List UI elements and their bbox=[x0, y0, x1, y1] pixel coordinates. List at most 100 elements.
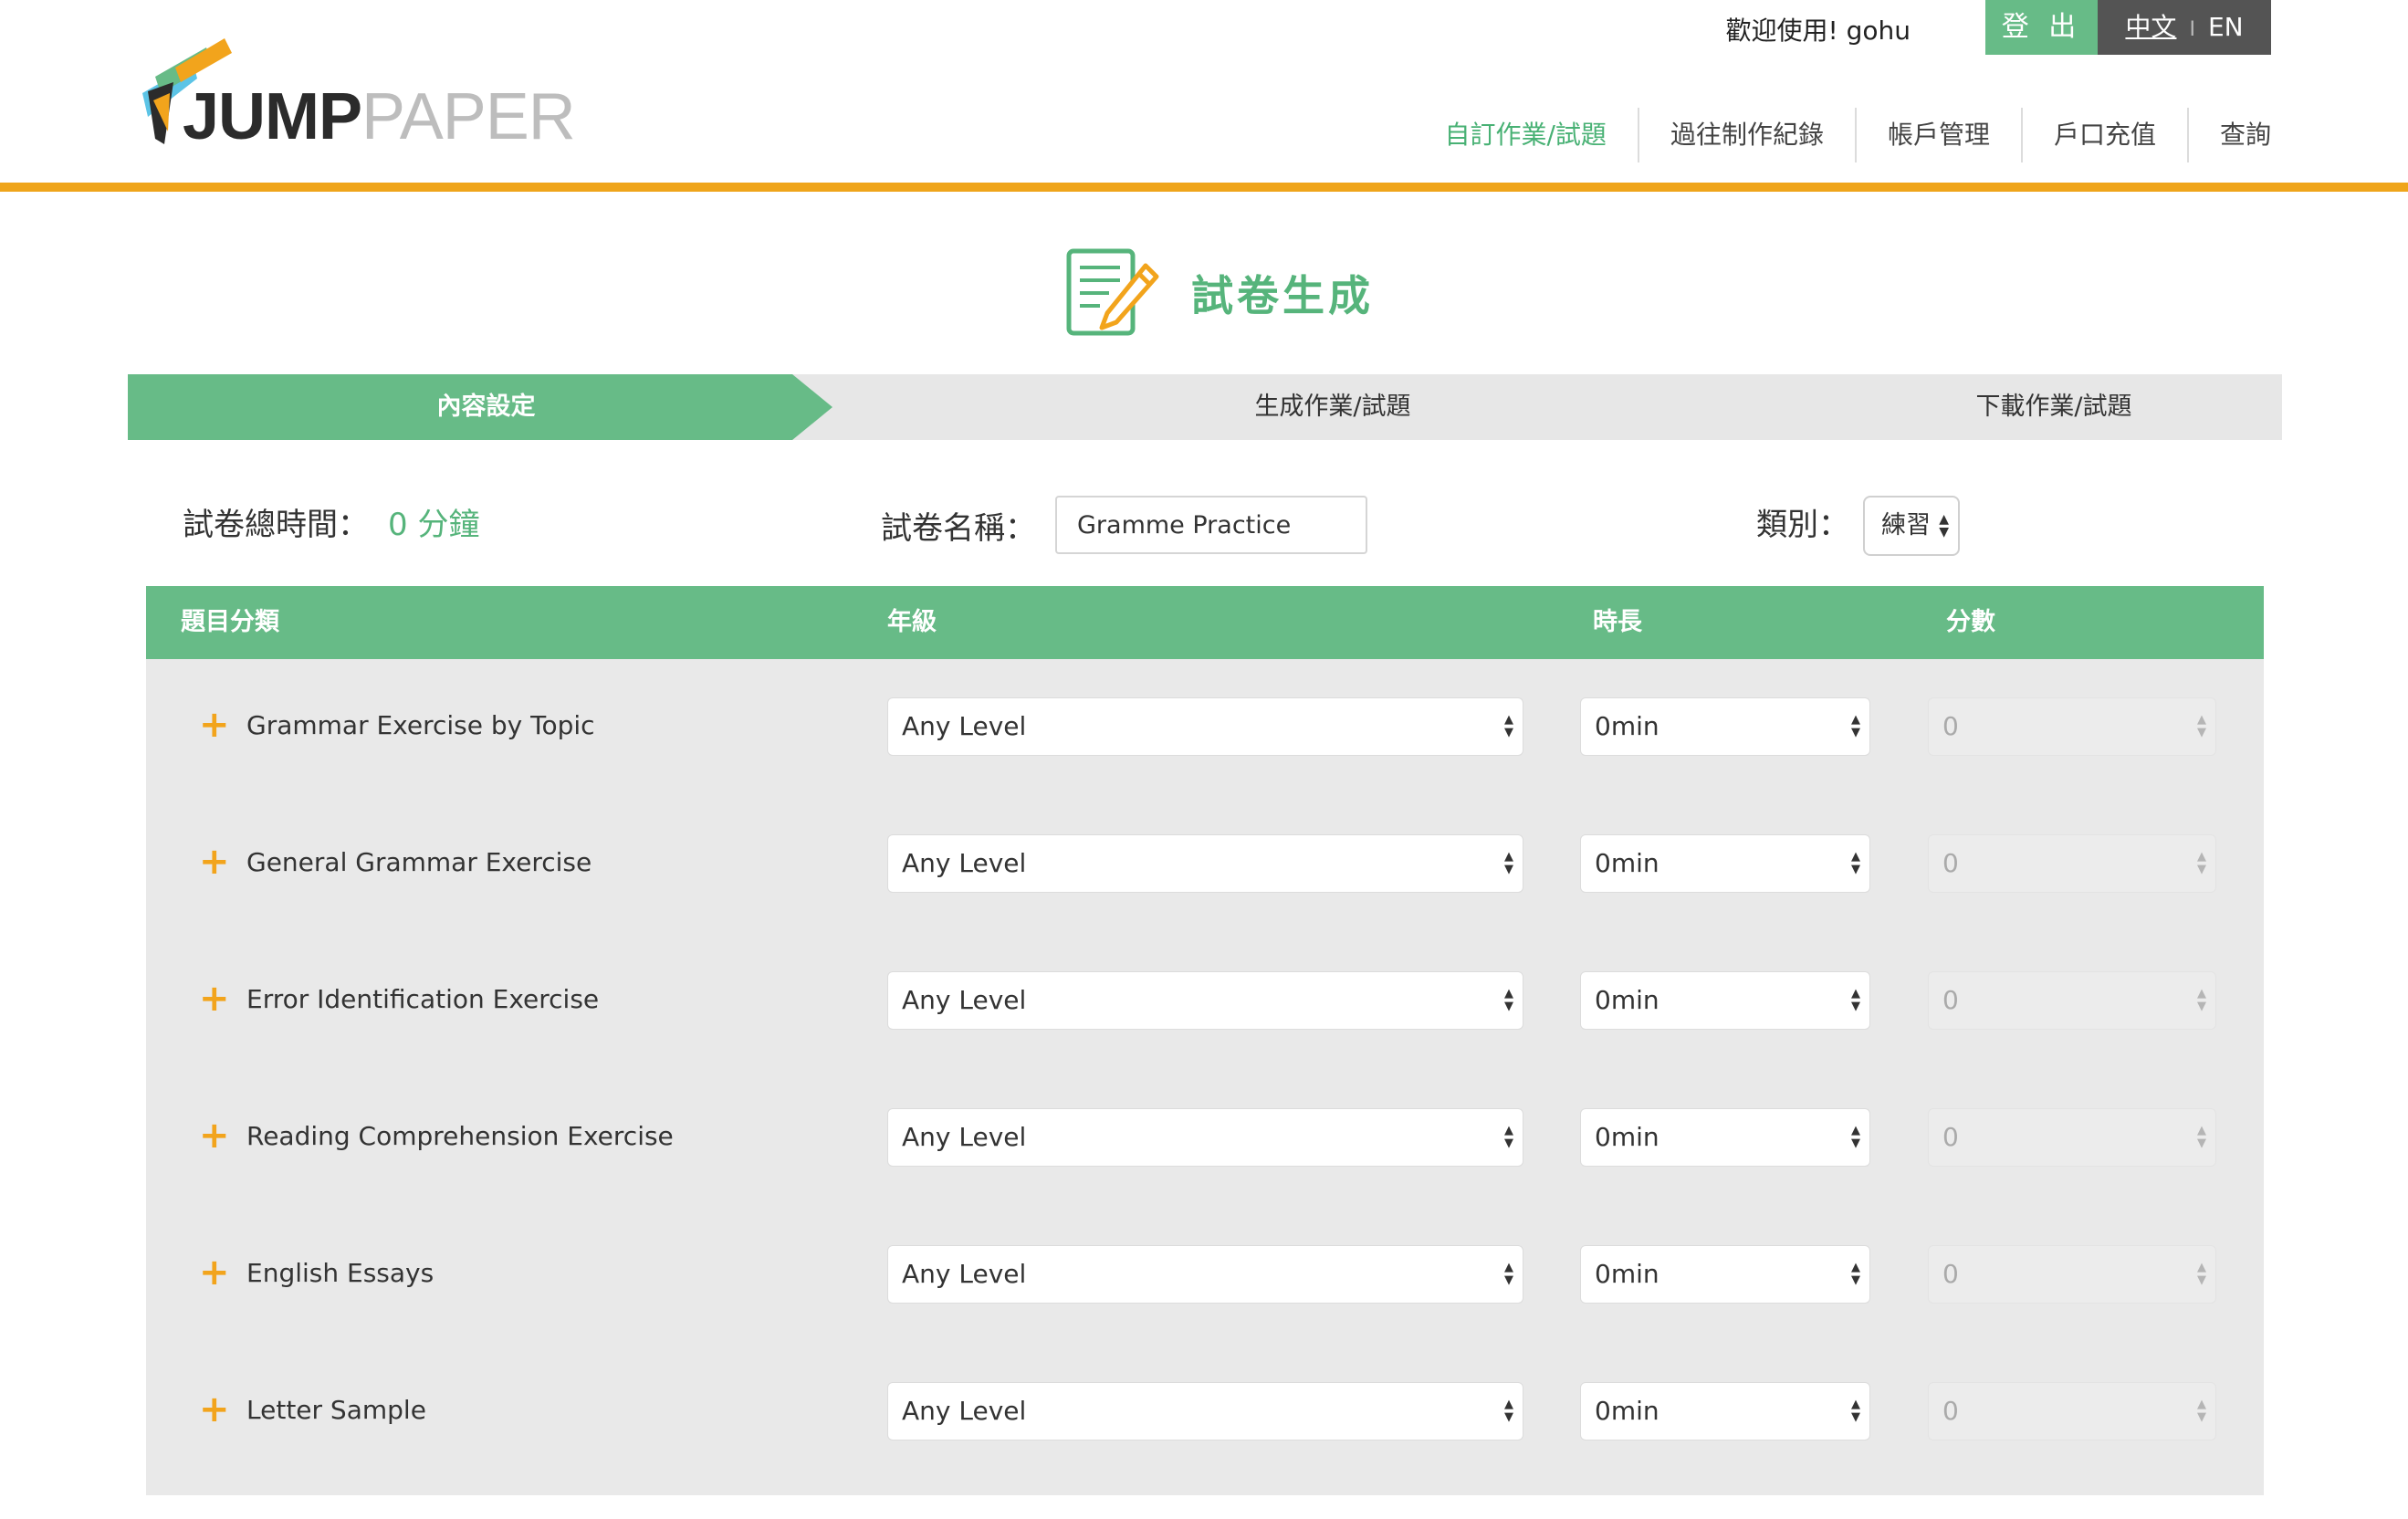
step-content-settings[interactable]: 內容設定 bbox=[128, 374, 844, 440]
total-time-value: 0 分鐘 bbox=[388, 507, 480, 543]
plus-icon: + bbox=[199, 1115, 230, 1157]
updown-arrow-icon: ▲ ▼ bbox=[1504, 1398, 1513, 1424]
main-nav: 自訂作業/試題 過往制作紀錄 帳戶管理 戶口充值 查詢 bbox=[1414, 108, 2271, 162]
nav-history[interactable]: 過往制作紀錄 bbox=[1637, 108, 1855, 162]
step-download[interactable]: 下載作業/試題 bbox=[1661, 374, 2408, 440]
category-expand-toggle[interactable]: + Grammar Exercise by Topic bbox=[199, 697, 595, 752]
score-select[interactable]: 0 ▲ ▼ bbox=[1928, 834, 2216, 893]
jumppaper-logo[interactable]: JUMPPAPER bbox=[137, 37, 576, 155]
category-expand-toggle[interactable]: + General Grammar Exercise bbox=[199, 834, 592, 889]
level-select[interactable]: Any Level ▲ ▼ bbox=[887, 1382, 1523, 1440]
page-title: 試卷生成 bbox=[1191, 270, 1374, 320]
table-row: + General Grammar Exercise Any Level ▲ ▼ 0m… bbox=[146, 834, 2264, 971]
duration-select[interactable]: 0min ▲ ▼ bbox=[1580, 1382, 1870, 1440]
nav-topup[interactable]: 戶口充值 bbox=[2020, 108, 2187, 162]
plus-icon: + bbox=[199, 978, 230, 1020]
updown-arrow-icon: ▲ ▼ bbox=[1504, 987, 1513, 1013]
duration-value: 0min bbox=[1595, 1259, 1659, 1289]
header-divider bbox=[0, 183, 2408, 192]
score-value: 0 bbox=[1942, 711, 1959, 741]
nav-enquiry[interactable]: 查詢 bbox=[2186, 108, 2271, 162]
level-select[interactable]: Any Level ▲ ▼ bbox=[887, 971, 1523, 1030]
category-name: Reading Comprehension Exercise bbox=[246, 1120, 674, 1151]
question-category-table: 題目分類 年級 時長 分數 + Grammar Exercise by Topic… bbox=[146, 586, 2264, 1495]
updown-arrow-icon: ▲ ▼ bbox=[2197, 850, 2206, 876]
updown-arrow-icon: ▲ ▼ bbox=[1851, 1261, 1860, 1287]
level-select[interactable]: Any Level ▲ ▼ bbox=[887, 834, 1523, 893]
level-select[interactable]: Any Level ▲ ▼ bbox=[887, 697, 1523, 756]
updown-arrow-icon: ▲ ▼ bbox=[1851, 713, 1860, 739]
exam-name-input[interactable] bbox=[1055, 496, 1367, 554]
nav-custom-exam[interactable]: 自訂作業/試題 bbox=[1414, 108, 1638, 162]
lang-separator: I bbox=[2189, 18, 2195, 41]
exam-pencil-icon bbox=[1066, 248, 1159, 335]
updown-arrow-icon: ▲ ▼ bbox=[2197, 987, 2206, 1013]
category-name: General Grammar Exercise bbox=[246, 846, 592, 877]
updown-arrow-icon: ▲ ▼ bbox=[1851, 1398, 1860, 1424]
updown-arrow-icon: ▲ ▼ bbox=[1851, 1124, 1860, 1150]
duration-select[interactable]: 0min ▲ ▼ bbox=[1580, 1108, 1870, 1167]
table-row: + Reading Comprehension Exercise Any Leve… bbox=[146, 1108, 2264, 1245]
duration-select[interactable]: 0min ▲ ▼ bbox=[1580, 1245, 1870, 1304]
score-value: 0 bbox=[1942, 1122, 1959, 1152]
duration-value: 0min bbox=[1595, 711, 1659, 741]
category-expand-toggle[interactable]: + Letter Sample bbox=[199, 1382, 426, 1437]
category-name: Error Identification Exercise bbox=[246, 983, 600, 1014]
header-level: 年級 bbox=[887, 608, 937, 636]
header-category: 題目分類 bbox=[181, 608, 279, 636]
updown-arrow-icon: ▲ ▼ bbox=[1504, 1261, 1513, 1287]
score-select[interactable]: 0 ▲ ▼ bbox=[1928, 1108, 2216, 1167]
category-name: English Essays bbox=[246, 1257, 434, 1288]
category-expand-toggle[interactable]: + Reading Comprehension Exercise bbox=[199, 1108, 674, 1163]
score-value: 0 bbox=[1942, 1259, 1959, 1289]
site-header: JUMPPAPER 歡迎使用! gohu 登 出 中文 I EN 自訂作業/試題 過… bbox=[0, 0, 2408, 192]
header-duration: 時長 bbox=[1593, 608, 1642, 636]
score-select[interactable]: 0 ▲ ▼ bbox=[1928, 1382, 2216, 1440]
duration-select[interactable]: 0min ▲ ▼ bbox=[1580, 834, 1870, 893]
category-name: Grammar Exercise by Topic bbox=[246, 709, 595, 740]
logo-jump: JUMP bbox=[183, 80, 362, 153]
plus-icon: + bbox=[199, 841, 230, 883]
level-select[interactable]: Any Level ▲ ▼ bbox=[887, 1245, 1523, 1304]
plus-icon: + bbox=[199, 1388, 230, 1430]
updown-arrow-icon: ▲ ▼ bbox=[1504, 713, 1513, 739]
logo-paper: PAPER bbox=[361, 80, 576, 153]
step-generate[interactable]: 生成作業/試題 bbox=[949, 374, 1716, 440]
lang-en-link[interactable]: EN bbox=[2208, 12, 2244, 42]
updown-arrow-icon: ▲ ▼ bbox=[1939, 512, 1949, 540]
updown-arrow-icon: ▲ ▼ bbox=[1851, 987, 1860, 1013]
score-select[interactable]: 0 ▲ ▼ bbox=[1928, 697, 2216, 756]
total-time-label: 試卷總時間： bbox=[183, 507, 369, 543]
level-value: Any Level bbox=[902, 1122, 1027, 1152]
progress-steps: 內容設定 生成作業/試題 下載作業/試題 bbox=[128, 374, 2282, 440]
duration-value: 0min bbox=[1595, 1396, 1659, 1426]
table-row: + Letter Sample Any Level ▲ ▼ 0min ▲ ▼ 0 ▲ ▼ bbox=[146, 1382, 2264, 1519]
score-select[interactable]: 0 ▲ ▼ bbox=[1928, 1245, 2216, 1304]
logout-button[interactable]: 登 出 bbox=[1985, 0, 2098, 55]
duration-select[interactable]: 0min ▲ ▼ bbox=[1580, 971, 1870, 1030]
updown-arrow-icon: ▲ ▼ bbox=[2197, 1124, 2206, 1150]
category-name: Letter Sample bbox=[246, 1394, 426, 1425]
lang-zh-link[interactable]: 中文 bbox=[2125, 12, 2176, 42]
level-value: Any Level bbox=[902, 848, 1027, 878]
table-row: + Error Identification Exercise Any Level… bbox=[146, 971, 2264, 1108]
category-expand-toggle[interactable]: + Error Identification Exercise bbox=[199, 971, 599, 1026]
exam-type-value: 練習 bbox=[1881, 511, 1931, 540]
level-value: Any Level bbox=[902, 1396, 1027, 1426]
duration-value: 0min bbox=[1595, 985, 1659, 1015]
exam-name-label: 試卷名稱： bbox=[881, 510, 1036, 547]
exam-type-select[interactable]: 練習 ▲ ▼ bbox=[1863, 496, 1960, 556]
nav-account[interactable]: 帳戶管理 bbox=[1854, 108, 2021, 162]
category-expand-toggle[interactable]: + English Essays bbox=[199, 1245, 434, 1300]
level-select[interactable]: Any Level ▲ ▼ bbox=[887, 1108, 1523, 1167]
duration-select[interactable]: 0min ▲ ▼ bbox=[1580, 697, 1870, 756]
score-value: 0 bbox=[1942, 985, 1959, 1015]
plus-icon: + bbox=[199, 1252, 230, 1294]
language-switcher: 中文 I EN bbox=[2098, 0, 2271, 55]
score-select[interactable]: 0 ▲ ▼ bbox=[1928, 971, 2216, 1030]
duration-value: 0min bbox=[1595, 848, 1659, 878]
updown-arrow-icon: ▲ ▼ bbox=[1851, 850, 1860, 876]
updown-arrow-icon: ▲ ▼ bbox=[2197, 1398, 2206, 1424]
welcome-text: 歡迎使用! gohu bbox=[1725, 16, 1911, 46]
logo-wordmark: JUMPPAPER bbox=[183, 84, 576, 150]
